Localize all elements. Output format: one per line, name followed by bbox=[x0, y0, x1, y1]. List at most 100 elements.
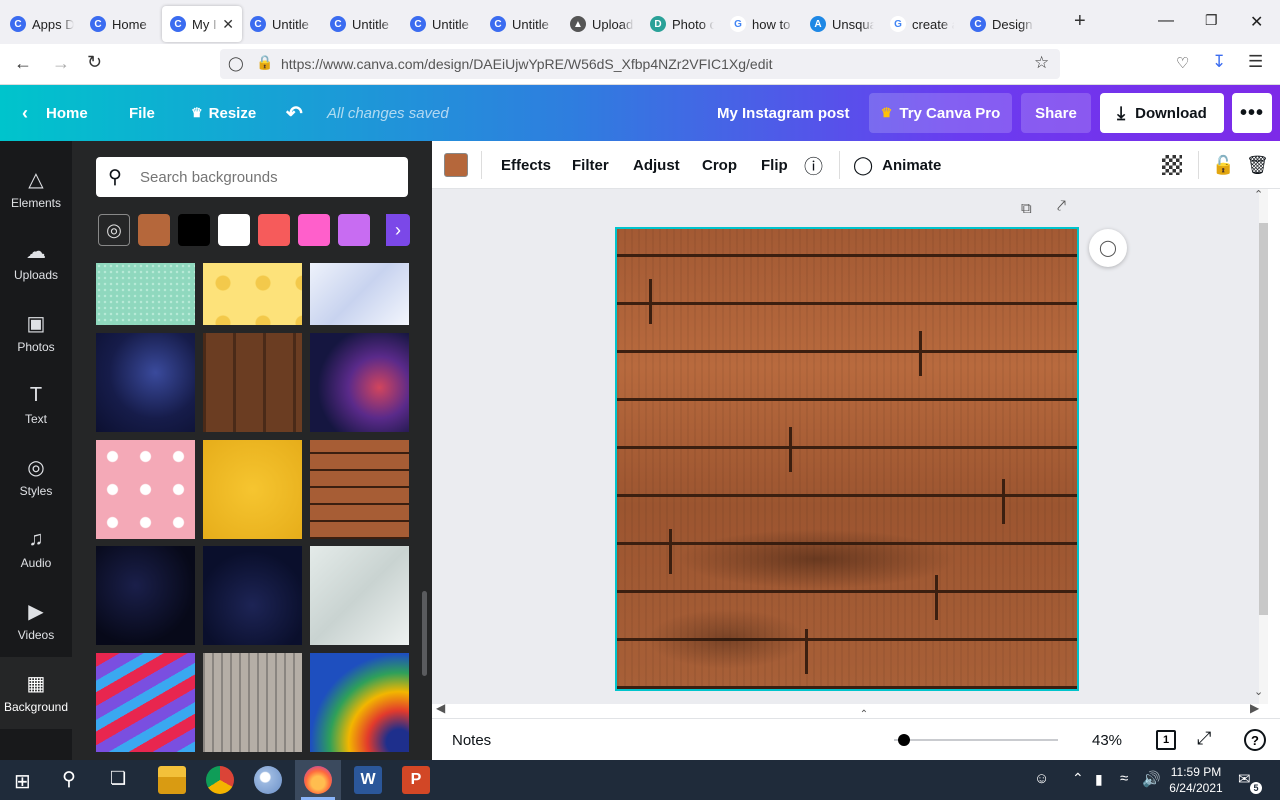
info-icon[interactable]: ⓘ bbox=[804, 141, 823, 189]
share-button[interactable]: Share bbox=[1021, 93, 1091, 133]
undo-icon[interactable]: ↶ bbox=[286, 85, 303, 141]
background-thumbnail[interactable] bbox=[203, 440, 302, 539]
menu-icon[interactable]: ☰ bbox=[1248, 52, 1263, 72]
browser-tab[interactable]: C Untitle bbox=[482, 6, 562, 42]
file-menu-button[interactable]: File bbox=[129, 85, 155, 141]
browser-tab[interactable]: ▲ Upload bbox=[562, 6, 642, 42]
search-icon[interactable]: ⚲ bbox=[62, 768, 76, 791]
page-count-button[interactable]: 1 bbox=[1156, 730, 1176, 750]
color-swatch[interactable] bbox=[178, 214, 210, 246]
color-swatch[interactable] bbox=[258, 214, 290, 246]
filter-button[interactable]: Filter bbox=[572, 141, 609, 189]
background-thumbnail[interactable] bbox=[96, 263, 195, 325]
browser-tab[interactable]: C Untitle bbox=[402, 6, 482, 42]
crop-button[interactable]: Crop bbox=[702, 141, 737, 189]
close-window-icon[interactable]: ✕ bbox=[1250, 12, 1263, 32]
background-thumbnail[interactable] bbox=[203, 333, 302, 432]
add-comment-icon[interactable]: ◯ bbox=[1089, 229, 1127, 267]
notes-button[interactable]: Notes bbox=[452, 732, 491, 749]
task-view-icon[interactable]: ❏ bbox=[110, 768, 126, 789]
adjust-button[interactable]: Adjust bbox=[633, 141, 680, 189]
color-swatch[interactable] bbox=[138, 214, 170, 246]
firefox-icon[interactable] bbox=[304, 766, 332, 794]
url-text[interactable]: https://www.canva.com/design/DAEiUjwYpRE… bbox=[281, 56, 773, 72]
transparency-icon[interactable] bbox=[1162, 155, 1182, 175]
browser-tab[interactable]: C My I ✕ bbox=[162, 6, 242, 42]
lock-icon[interactable]: 🔒 bbox=[256, 54, 273, 71]
shield-icon[interactable]: ◯ bbox=[228, 55, 244, 72]
browser-tab[interactable]: Gcreate a bbox=[882, 6, 962, 42]
home-button[interactable]: ‹ Home bbox=[22, 85, 88, 141]
fullscreen-icon[interactable]: ⤢ bbox=[1197, 728, 1211, 749]
scroll-left-icon[interactable]: ◀ bbox=[436, 701, 445, 715]
design-title[interactable]: My Instagram post bbox=[717, 85, 850, 141]
panel-scrollbar[interactable] bbox=[422, 591, 427, 676]
add-page-icon[interactable]: ⤤ bbox=[1057, 198, 1066, 216]
forward-icon[interactable]: → bbox=[52, 53, 70, 74]
back-icon[interactable]: ← bbox=[14, 53, 32, 74]
background-thumbnail[interactable] bbox=[96, 653, 195, 752]
background-thumbnail[interactable] bbox=[203, 263, 302, 325]
pocket-icon[interactable]: ♡ bbox=[1176, 54, 1189, 72]
people-icon[interactable]: ☺ bbox=[1034, 770, 1049, 787]
try-canva-pro-button[interactable]: ♛ Try Canva Pro bbox=[869, 93, 1012, 133]
rail-item-photos[interactable]: ▣ Photos bbox=[0, 297, 72, 369]
scroll-right-icon[interactable]: ▶ bbox=[1250, 701, 1259, 715]
browser-tab[interactable]: C Home bbox=[82, 6, 162, 42]
browser-tab[interactable]: C Untitle bbox=[242, 6, 322, 42]
background-thumbnail[interactable] bbox=[96, 333, 195, 432]
flip-button[interactable]: Flip bbox=[761, 141, 788, 189]
close-tab-icon[interactable]: ✕ bbox=[222, 16, 234, 33]
background-color-button[interactable] bbox=[444, 153, 468, 177]
bookmark-star-icon[interactable]: ☆ bbox=[1034, 53, 1049, 73]
background-thumbnail[interactable] bbox=[310, 546, 409, 645]
rail-item-elements[interactable]: △ Elements bbox=[0, 153, 72, 225]
color-swatch[interactable] bbox=[218, 214, 250, 246]
downloads-icon[interactable]: ↧ bbox=[1212, 52, 1226, 72]
clock[interactable]: 11:59 PM 6/24/2021 bbox=[1166, 764, 1226, 796]
browser-tab[interactable]: C Untitle bbox=[322, 6, 402, 42]
rail-item-videos[interactable]: ▶ Videos bbox=[0, 585, 72, 657]
canvas-vertical-scrollbar[interactable] bbox=[1259, 189, 1268, 704]
duplicate-page-icon[interactable]: ⧉ bbox=[1021, 200, 1032, 217]
design-page[interactable] bbox=[615, 227, 1079, 691]
browser-tab[interactable]: C Apps D bbox=[2, 6, 82, 42]
word-icon[interactable]: W bbox=[354, 766, 382, 794]
palette-picker-icon[interactable]: ◎ bbox=[98, 214, 130, 246]
resize-button[interactable]: ♛ Resize bbox=[191, 85, 256, 141]
background-thumbnail[interactable] bbox=[310, 440, 409, 539]
rail-item-text[interactable]: T Text bbox=[0, 369, 72, 441]
battery-icon[interactable]: ▮ bbox=[1095, 771, 1103, 788]
background-thumbnail[interactable] bbox=[310, 653, 409, 752]
file-explorer-icon[interactable] bbox=[158, 766, 186, 794]
restore-icon[interactable]: ❐ bbox=[1205, 12, 1218, 29]
volume-icon[interactable]: 🔊 bbox=[1142, 770, 1161, 788]
background-thumbnail[interactable] bbox=[96, 546, 195, 645]
background-thumbnail[interactable] bbox=[310, 263, 409, 325]
zoom-slider[interactable] bbox=[894, 739, 1058, 741]
background-thumbnail[interactable] bbox=[310, 333, 409, 432]
search-input[interactable] bbox=[140, 165, 396, 189]
effects-button[interactable]: Effects bbox=[501, 141, 551, 189]
animate-button[interactable]: ◯ Animate bbox=[853, 141, 941, 189]
scroll-up-icon[interactable]: ⌃ bbox=[1254, 188, 1263, 201]
chrome-icon[interactable] bbox=[206, 766, 234, 794]
browser-tab[interactable]: Ghow to bbox=[722, 6, 802, 42]
rail-item-background[interactable]: ▦ Background bbox=[0, 657, 72, 729]
background-thumbnail[interactable] bbox=[96, 440, 195, 539]
scroll-down-icon[interactable]: ⌄ bbox=[1254, 685, 1263, 698]
more-options-button[interactable]: ••• bbox=[1232, 93, 1272, 133]
paint-icon[interactable] bbox=[254, 766, 282, 794]
tray-chevron-icon[interactable]: ⌃ bbox=[1072, 770, 1084, 787]
windows-start-icon[interactable]: ⊞ bbox=[14, 769, 31, 794]
help-icon[interactable]: ? bbox=[1244, 729, 1266, 751]
reload-icon[interactable]: ↻ bbox=[87, 52, 102, 73]
color-swatch[interactable] bbox=[338, 214, 370, 246]
background-thumbnail[interactable] bbox=[203, 653, 302, 752]
rail-item-audio[interactable]: ♫ Audio bbox=[0, 513, 72, 585]
browser-tab[interactable]: A Unsqua bbox=[802, 6, 882, 42]
zoom-slider-handle[interactable] bbox=[897, 734, 910, 746]
color-swatch[interactable] bbox=[298, 214, 330, 246]
zoom-level[interactable]: 43% bbox=[1092, 732, 1122, 749]
notifications-icon[interactable]: ✉ bbox=[1238, 770, 1251, 788]
